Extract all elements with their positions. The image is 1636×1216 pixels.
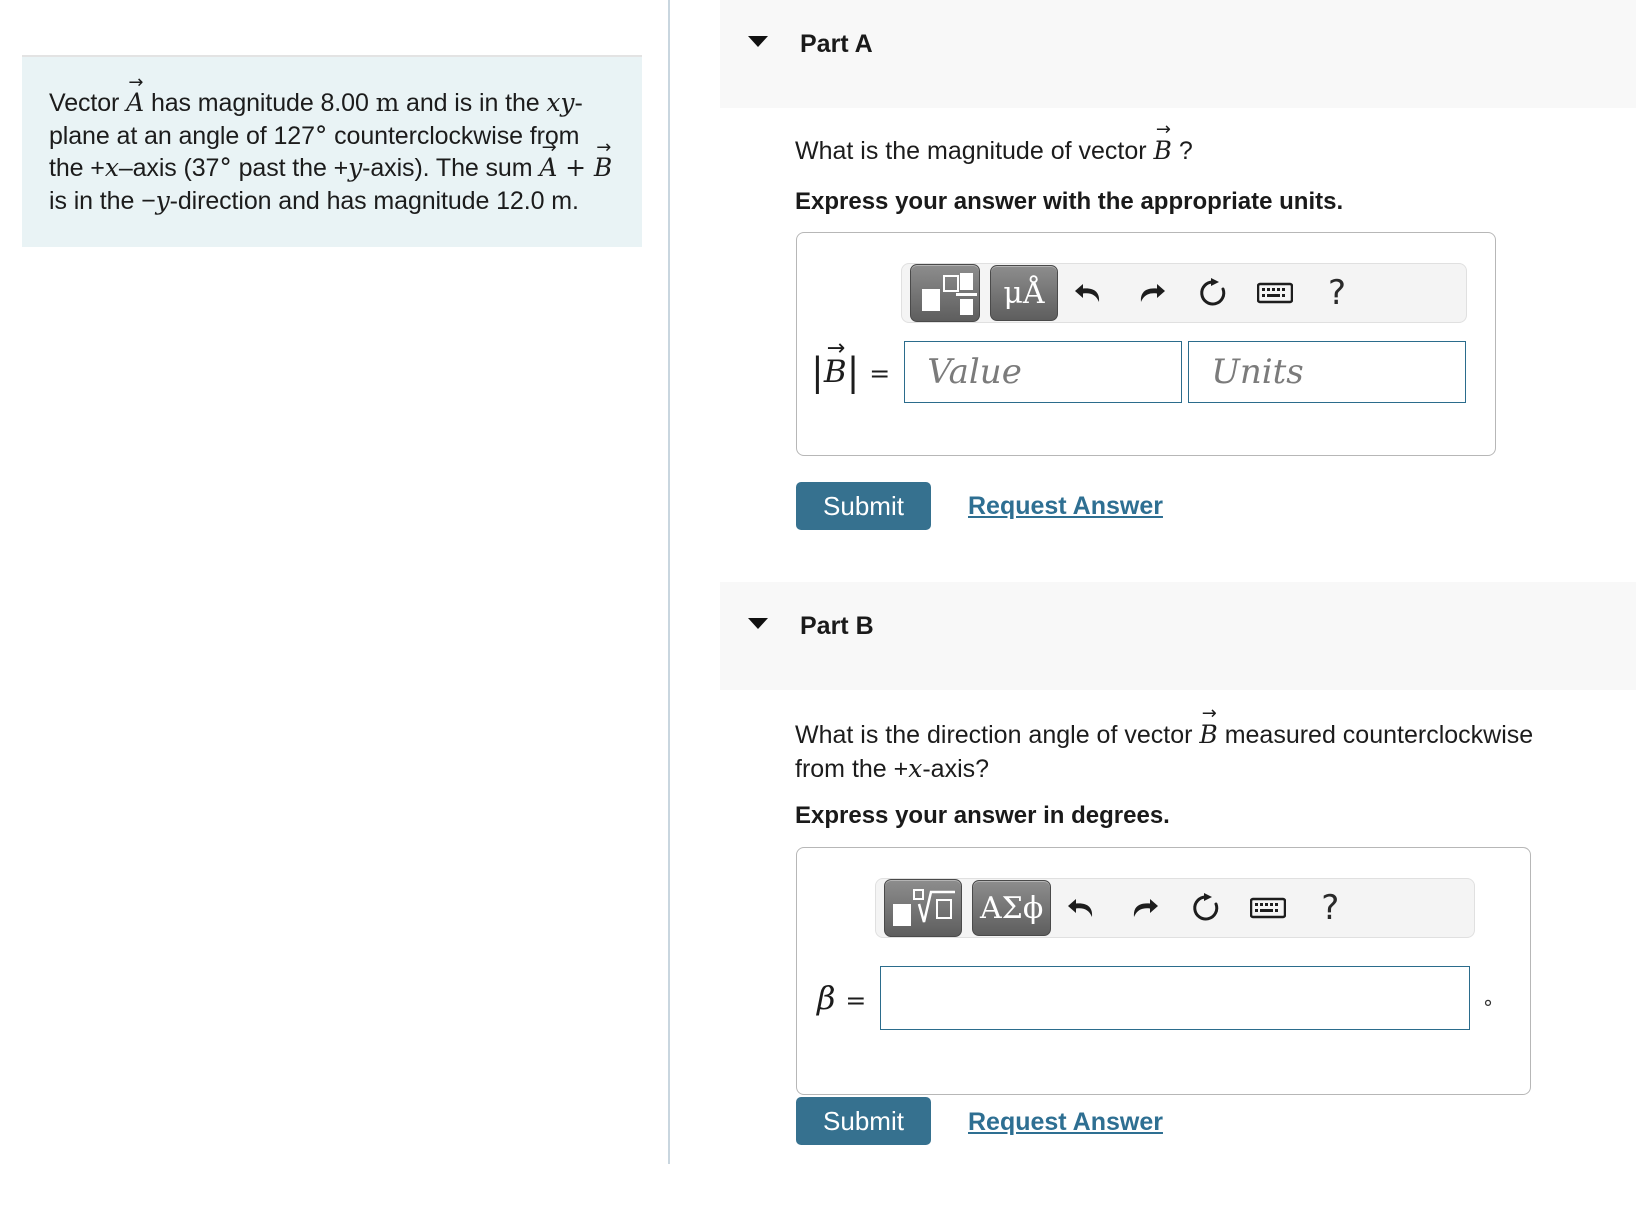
units-placeholder: Units [1211,352,1304,392]
help-icon[interactable]: ? [1299,880,1361,936]
part-a-units-input[interactable]: Units [1188,341,1467,403]
part-a-answer-box: μÅ ? |B| = [796,232,1496,456]
problem-statement-text: Vector A has magnitude 8.00 m and is in … [22,87,642,217]
beta-symbol: β [817,979,836,1017]
plus-operator: + [557,153,594,182]
xy-plane-symbol: xy [546,88,575,117]
problem-line-1-mid: has magnitude 8.00 [144,89,376,117]
problem-line-1-pre: Vector [49,89,127,117]
value-placeholder: Value [927,352,1022,392]
part-a-question-post: ? [1171,137,1193,165]
vector-b-symbol: B [594,152,612,185]
greek-symbol-button[interactable]: ΑΣϕ [972,880,1052,936]
unit-symbol-button[interactable]: μÅ [990,265,1058,321]
vector-a-symbol: A [126,87,144,120]
part-a-request-answer-link[interactable]: Request Answer [968,492,1163,521]
unit-meters: m [375,88,400,117]
problem-line-5: 12.0 m. [496,186,579,215]
part-a-title: Part A [800,30,873,58]
keyboard-icon[interactable] [1244,265,1306,321]
redo-icon[interactable] [1120,265,1182,321]
equals-sign: = [869,359,891,388]
part-b-submit-button[interactable]: Submit [796,1097,931,1145]
part-b-question-post: measured counterclockwise [1217,721,1534,749]
part-a-equation-row: |B| = Value Units [811,341,1467,403]
y-axis-symbol-1: y [348,153,363,182]
part-b-request-answer-link[interactable]: Request Answer [968,1108,1163,1137]
undo-icon[interactable] [1058,265,1120,321]
problem-page: Vector A has magnitude 8.00 m and is in … [0,0,1636,1216]
part-b-equation-label: β = [817,979,866,1017]
part-a-submit-button[interactable]: Submit [796,482,931,530]
part-b-math-toolbar: ΑΣϕ ? [875,878,1475,938]
problem-line-1-post: and is in the [399,89,547,117]
part-b-prompt: Express your answer in degrees. [795,802,1170,829]
caret-down-icon[interactable] [748,618,768,629]
part-b-title: Part B [800,612,874,640]
part-a-question: What is the magnitude of vector B ? [795,134,1585,168]
x-axis-symbol-1: x [104,153,119,182]
degree-unit-label: ° [1483,996,1493,1020]
part-b-answer-box: ΑΣϕ ? β = [796,847,1531,1095]
nth-root-template-icon[interactable] [884,879,962,937]
reset-icon[interactable] [1175,880,1237,936]
undo-icon[interactable] [1051,880,1113,936]
part-b-header[interactable]: Part B [720,582,1636,690]
part-a-header[interactable]: Part A [720,0,1636,108]
y-axis-symbol-2: y [155,185,170,215]
help-icon[interactable]: ? [1306,265,1368,321]
vector-b-magnitude-symbol: B [824,354,847,390]
problem-line-2-b: counterclockwise [327,121,523,150]
keyboard-icon[interactable] [1237,880,1299,936]
redo-icon[interactable] [1113,880,1175,936]
math-template-icon[interactable] [910,264,980,322]
equals-sign: = [845,986,867,1015]
part-a-equation-label: |B| = [811,353,891,391]
part-b-question-line2-b: -axis? [922,755,990,783]
part-a-math-toolbar: μÅ ? [901,263,1467,323]
vector-b-symbol-q-a: B [1154,134,1172,167]
part-a-question-pre: What is the magnitude of vector [795,137,1154,165]
part-b-question-pre: What is the direction angle of vector [795,721,1200,749]
part-a-value-input[interactable]: Value [904,341,1183,403]
degree-symbol-1: ° [314,120,328,150]
part-b-question: What is the direction angle of vector B … [795,718,1595,786]
problem-line-4-b: -direction and has magnitude [169,186,490,215]
problem-card: Vector A has magnitude 8.00 m and is in … [22,55,642,247]
vector-b-symbol-q-b: B [1199,718,1217,751]
problem-line-3-d: -axis). The sum [362,154,533,182]
part-b-question-line2-a: from the + [795,755,909,783]
problem-statement-pane: Vector A has magnitude 8.00 m and is in … [0,0,668,1216]
problem-line-3-b: –axis (37 [118,154,220,182]
problem-line-3-c: past the + [231,154,349,182]
vector-a-symbol-2: A [539,152,557,185]
reset-icon[interactable] [1182,265,1244,321]
part-a-prompt: Express your answer with the appropriate… [795,188,1344,215]
x-axis-symbol-2: x [908,754,923,783]
part-b-answer-input[interactable] [880,966,1471,1030]
answer-pane: Part A What is the magnitude of vector B… [668,0,1636,1216]
problem-line-4-a: is in the − [49,186,156,215]
degree-symbol-2: ° [219,153,232,182]
part-b-equation-row: β = [817,966,1471,1030]
caret-down-icon[interactable] [748,36,768,47]
